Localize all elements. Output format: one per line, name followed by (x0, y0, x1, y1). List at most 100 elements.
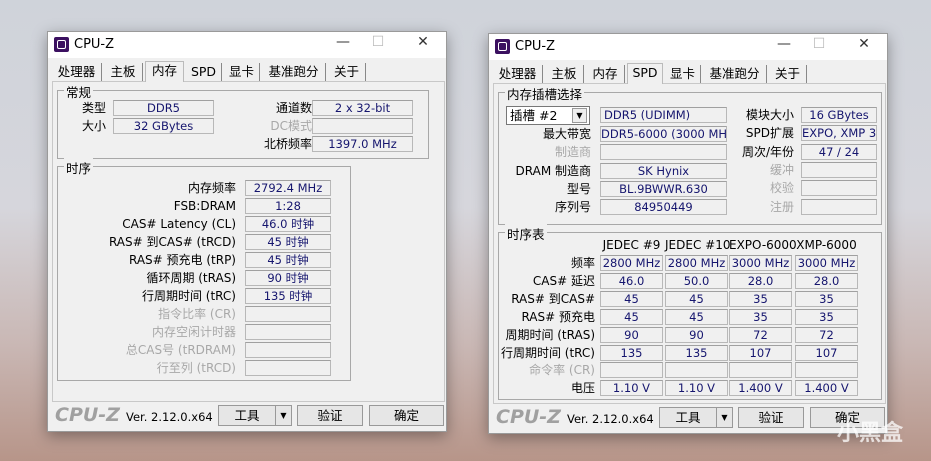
general-group: 常规 类型 DDR5 大小 32 GBytes 通道数 2 x 32-bit DC模式 北桥频率… (57, 82, 429, 159)
general-label: 大小 (81, 119, 106, 133)
slot-label: SPD扩展 (745, 126, 794, 141)
timing-value: 46.0 时钟 (245, 216, 331, 232)
timing-value: 2792.4 MHz (245, 180, 331, 196)
slot-value: 47 / 24 (801, 143, 877, 160)
cpu-z-logo: CPU-Z (496, 406, 561, 428)
general-value (312, 118, 413, 134)
cpu-z-app-icon (495, 39, 510, 54)
slot-value: 16 GBytes (801, 107, 877, 123)
timing-table-cell: 1.10 V (665, 380, 728, 397)
slot-label: 周次/年份 (741, 144, 794, 159)
tab-6[interactable]: 关于 (769, 65, 807, 83)
tab-1[interactable]: 主板 (545, 65, 584, 83)
minimize-button[interactable]: — (328, 34, 358, 54)
slot-value (801, 198, 877, 215)
timing-table-cell: 135 (600, 344, 663, 361)
slot-label: 序列号 (554, 200, 591, 215)
general-label: 北桥频率 (263, 137, 312, 151)
timing-label: 行至列 (tRCD) (156, 361, 236, 375)
timing-table-cell: 1.400 V (729, 380, 792, 397)
timing-column-header: JEDEC #10 (665, 238, 731, 252)
tab-4[interactable]: 显卡 (665, 65, 701, 83)
general-label: 通道数 (275, 101, 312, 115)
slot-group: 内存插槽选择 插槽 #2 ▼ DDR5 (UDIMM) 最大带宽 DDR5-6000 (3… (498, 84, 882, 225)
tab-2[interactable]: 内存 (145, 61, 184, 82)
title-bar: CPU-Z — ☐ ✕ (48, 32, 446, 58)
timing-value: 1:28 (245, 198, 331, 214)
tab-1[interactable]: 主板 (104, 63, 143, 81)
close-button[interactable]: ✕ (408, 34, 438, 54)
tools-button[interactable]: 工具 (218, 405, 276, 426)
tab-0[interactable]: 处理器 (493, 65, 543, 83)
general-label: DC模式 (270, 119, 312, 133)
timing-table-cell: 107 (729, 344, 792, 361)
slot-label: 模块大小 (745, 108, 794, 122)
timing-table-cell: 2800 MHz (600, 255, 663, 271)
maximize-button[interactable]: ☐ (363, 34, 393, 54)
timing-table-cell: 45 (665, 290, 728, 307)
timing-value: 135 时钟 (245, 288, 331, 304)
slot-label: 型号 (566, 181, 591, 196)
timing-table-group: 时序表 JEDEC #9 JEDEC #10 EXPO-6000 XMP-6000 频率 2… (498, 224, 882, 400)
slot-value (801, 180, 877, 197)
timing-table-label: RAS# 到CAS# (511, 291, 595, 306)
timing-table-cell: 45 (600, 308, 663, 325)
maximize-button[interactable]: ☐ (804, 36, 834, 56)
timing-table-cell: 3000 MHz (795, 255, 858, 271)
tab-6[interactable]: 关于 (328, 63, 366, 81)
tab-5[interactable]: 基准跑分 (262, 63, 326, 81)
tab-panel: 内存插槽选择 插槽 #2 ▼ DDR5 (UDIMM) 最大带宽 DDR5-6000 (3… (493, 83, 886, 404)
minimize-button[interactable]: — (769, 36, 799, 56)
cpu-z-app-icon (54, 37, 69, 52)
timing-value: 45 时钟 (245, 252, 331, 268)
tab-0[interactable]: 处理器 (52, 63, 102, 81)
tab-4[interactable]: 显卡 (224, 63, 260, 81)
tab-2[interactable]: 内存 (586, 65, 625, 83)
ok-button[interactable]: 确定 (369, 405, 444, 426)
slot-group-title: 内存插槽选择 (505, 84, 585, 103)
timing-value (245, 306, 331, 322)
timing-table-cell: 2800 MHz (665, 255, 728, 271)
timings-group-title: 时序 (64, 158, 94, 177)
timing-value: 90 时钟 (245, 270, 331, 286)
general-value: DDR5 (113, 100, 214, 116)
slot-label: 制造商 (554, 145, 591, 160)
slot-label: 注册 (769, 199, 794, 214)
validate-button[interactable]: 验证 (297, 405, 363, 426)
tools-dropdown-button[interactable]: ▼ (275, 405, 292, 426)
cpu-z-logo: CPU-Z (55, 404, 120, 426)
tab-3[interactable]: SPD (186, 63, 222, 81)
general-value: 2 x 32-bit (312, 100, 413, 116)
general-label: 类型 (81, 101, 106, 115)
validate-button[interactable]: 验证 (738, 407, 804, 428)
timing-label: 指令比率 (CR) (158, 307, 236, 321)
timing-label: RAS# 预充电 (tRP) (128, 253, 236, 267)
version-label: Ver. 2.12.0.x64 (567, 412, 654, 426)
tools-dropdown-button[interactable]: ▼ (716, 407, 733, 428)
timing-table-cell (665, 362, 728, 379)
tab-bar: 处理器 主板 内存 SPD 显卡 基准跑分 关于 (493, 63, 887, 84)
timing-table-label: 命令率 (CR) (529, 363, 595, 378)
timing-table-cell: 72 (795, 326, 858, 343)
tools-button[interactable]: 工具 (659, 407, 717, 428)
timing-label: FSB:DRAM (173, 199, 236, 213)
slot-label: 校验 (769, 181, 794, 196)
timing-table-cell: 45 (665, 308, 728, 325)
timing-table-cell: 46.0 (600, 272, 663, 289)
module-type-value: DDR5 (UDIMM) (600, 107, 727, 123)
slot-select-arrow[interactable]: ▼ (572, 108, 587, 123)
slot-label: DRAM 制造商 (515, 163, 591, 178)
timing-table-label: 电压 (570, 381, 595, 396)
timing-value (245, 342, 331, 358)
timing-value (245, 360, 331, 376)
timing-table-cell: 1.400 V (795, 380, 858, 397)
timing-table-cell: 45 (600, 290, 663, 307)
tab-3[interactable]: SPD (627, 63, 663, 84)
slot-value (600, 144, 727, 161)
tab-5[interactable]: 基准跑分 (703, 65, 767, 83)
timing-label: 循环周期 (tRAS) (146, 271, 236, 285)
close-button[interactable]: ✕ (849, 36, 879, 56)
watermark: 小黑盒 (836, 421, 903, 446)
timing-label: 内存空闲计时器 (151, 325, 236, 339)
timing-table-cell: 35 (795, 290, 858, 307)
